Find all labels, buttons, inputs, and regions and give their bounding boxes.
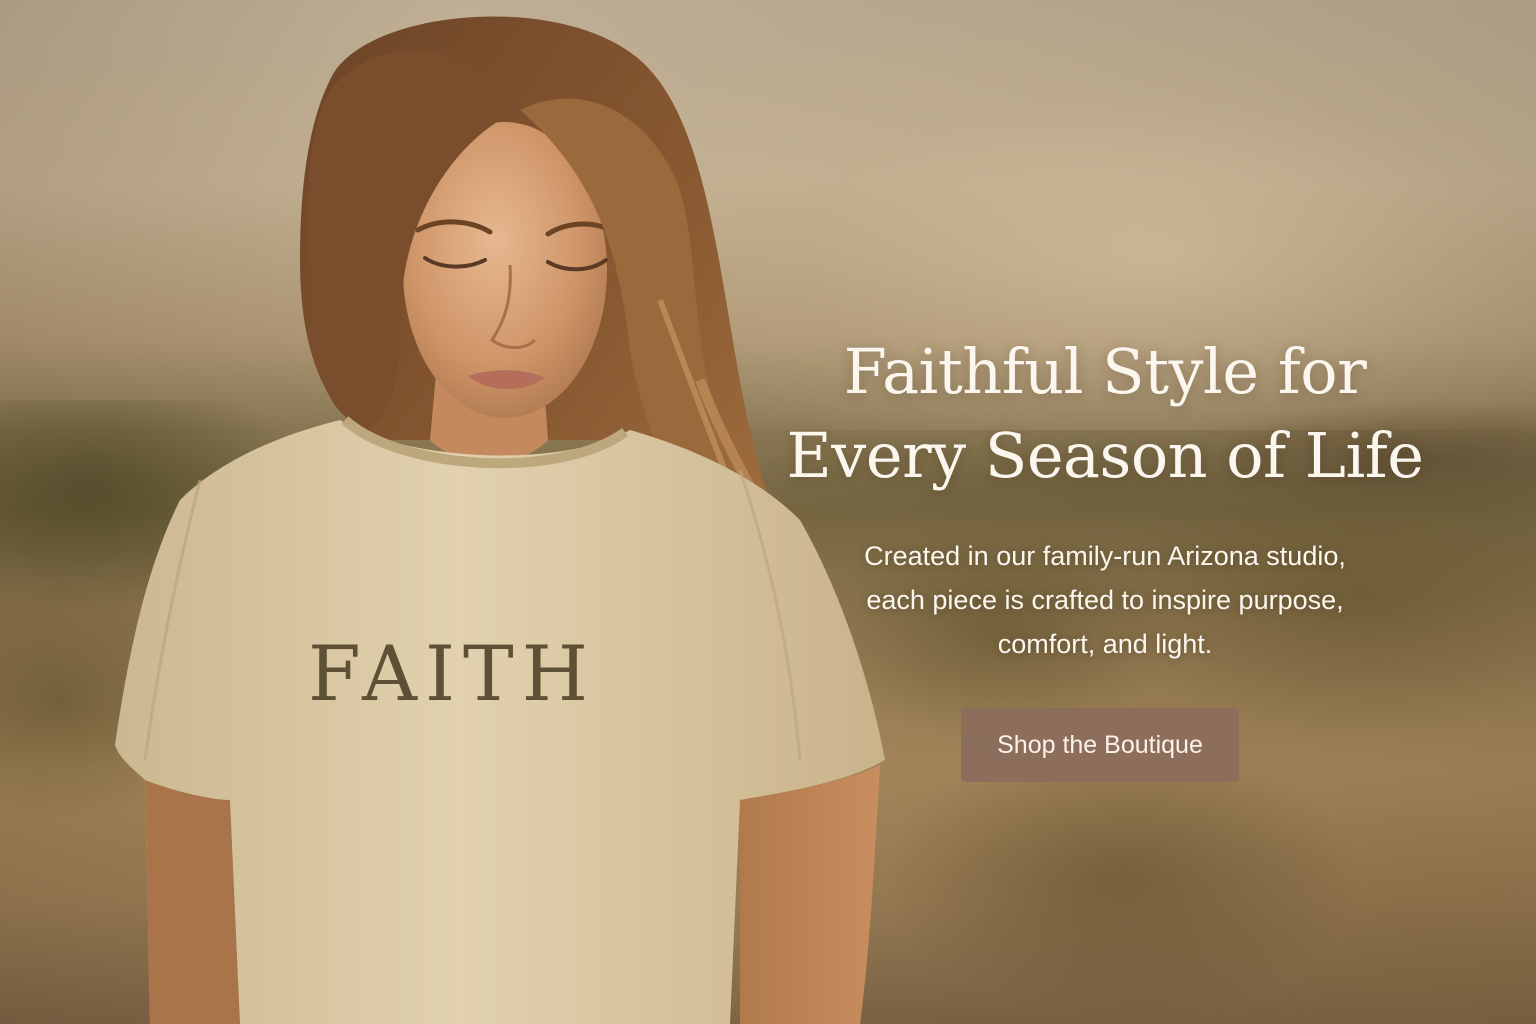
subcopy-line-1: Created in our family-run Arizona studio…: [864, 541, 1346, 571]
hero-subcopy: Created in our family-run Arizona studio…: [795, 534, 1415, 666]
headline-line-1: Faithful Style for: [843, 335, 1367, 408]
headline-line-2: Every Season of Life: [786, 419, 1424, 492]
left-arm: [145, 780, 240, 1024]
subcopy-line-2: each piece is crafted to inspire purpose…: [866, 585, 1344, 615]
subcopy-line-3: comfort, and light.: [997, 629, 1213, 659]
hero-photo-model: FAITH: [115, 16, 885, 1024]
shirt-print-faith: FAITH: [308, 629, 596, 718]
hero-section: FAITH Faithful Style for Every Season of…: [0, 0, 1536, 1024]
shop-boutique-button[interactable]: Shop the Boutique: [961, 708, 1239, 782]
right-arm: [740, 765, 880, 1024]
hero-headline: Faithful Style for Every Season of Life: [770, 330, 1440, 498]
hero-copy: Faithful Style for Every Season of Life …: [770, 330, 1440, 782]
